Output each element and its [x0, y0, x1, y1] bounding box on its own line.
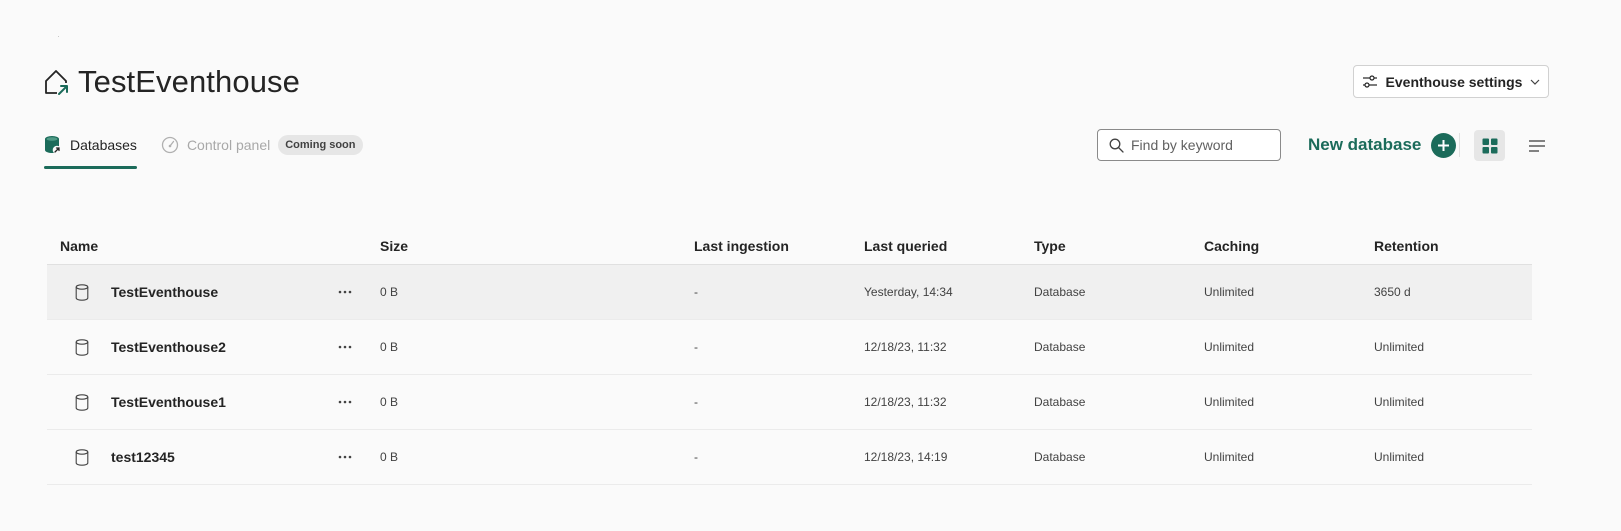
more-options-icon[interactable] — [335, 375, 355, 429]
type-cell: Database — [1034, 285, 1086, 299]
tab-control-panel[interactable]: Control panel Coming soon — [161, 130, 363, 160]
plus-icon — [1431, 132, 1457, 158]
decorative-dot — [58, 36, 59, 37]
caching-cell: Unlimited — [1204, 395, 1255, 409]
database-icon — [75, 430, 89, 484]
database-name-link[interactable]: TestEventhouse1 — [111, 375, 226, 429]
last-queried-cell: 12/18/23, 14:19 — [864, 450, 948, 464]
column-header-caching[interactable]: Caching — [1204, 227, 1259, 264]
column-header-last-queried[interactable]: Last queried — [864, 227, 947, 264]
database-name-link[interactable]: test12345 — [111, 430, 175, 484]
table-row[interactable]: TestEventhouse2 0 B - 12/18/23, 11:32 Da… — [47, 320, 1532, 375]
column-header-last-ingestion[interactable]: Last ingestion — [694, 227, 789, 264]
more-options-icon[interactable] — [335, 265, 355, 319]
eventhouse-settings-label: Eventhouse settings — [1385, 73, 1523, 90]
eventhouse-settings-button[interactable]: Eventhouse settings — [1353, 65, 1549, 98]
size-cell: 0 B — [380, 340, 399, 354]
size-cell: 0 B — [380, 285, 399, 299]
grid-view-icon — [1482, 138, 1497, 153]
size-cell: 0 B — [380, 450, 399, 464]
column-header-size[interactable]: Size — [380, 227, 408, 264]
database-icon — [75, 265, 89, 319]
databases-table: Name Size Last ingestion Last queried Ty… — [47, 227, 1532, 485]
caching-cell: Unlimited — [1204, 340, 1255, 354]
new-database-button[interactable]: New database — [1308, 131, 1457, 159]
search-input[interactable] — [1131, 137, 1271, 153]
tab-bar: Databases Control panel Coming soon — [44, 130, 363, 170]
retention-cell: Unlimited — [1374, 340, 1425, 354]
more-options-icon[interactable] — [335, 430, 355, 484]
last-ingestion-cell: - — [694, 450, 698, 464]
column-header-name[interactable]: Name — [60, 227, 98, 264]
last-ingestion-cell: - — [694, 285, 698, 299]
page-header: TestEventhouse — [44, 64, 300, 100]
database-icon — [75, 320, 89, 374]
coming-soon-badge: Coming soon — [278, 135, 363, 155]
toolbar-divider — [1459, 133, 1460, 157]
last-ingestion-cell: - — [694, 340, 698, 354]
database-name-link[interactable]: TestEventhouse2 — [111, 320, 226, 374]
last-queried-cell: 12/18/23, 11:32 — [864, 340, 947, 354]
size-cell: 0 B — [380, 395, 399, 409]
tab-databases-label: Databases — [70, 137, 137, 153]
search-box[interactable] — [1097, 129, 1281, 161]
table-row[interactable]: TestEventhouse1 0 B - 12/18/23, 11:32 Da… — [47, 375, 1532, 430]
table-header: Name Size Last ingestion Last queried Ty… — [47, 227, 1532, 265]
column-header-retention[interactable]: Retention — [1374, 227, 1439, 264]
page-title: TestEventhouse — [78, 64, 300, 99]
list-view-button[interactable] — [1521, 130, 1552, 161]
grid-view-button[interactable] — [1474, 130, 1505, 161]
table-row[interactable]: test12345 0 B - 12/18/23, 14:19 Database… — [47, 430, 1532, 485]
gauge-icon — [161, 136, 179, 154]
database-name-link[interactable]: TestEventhouse — [111, 265, 218, 319]
eventhouse-icon — [45, 70, 69, 95]
caching-cell: Unlimited — [1204, 450, 1255, 464]
search-icon — [1109, 138, 1124, 153]
list-view-icon — [1528, 139, 1545, 152]
caching-cell: Unlimited — [1204, 285, 1255, 299]
database-icon — [45, 136, 62, 155]
database-icon — [75, 375, 89, 429]
tab-control-panel-label: Control panel — [186, 137, 271, 153]
column-header-type[interactable]: Type — [1034, 227, 1066, 264]
last-ingestion-cell: - — [694, 395, 698, 409]
type-cell: Database — [1034, 395, 1086, 409]
retention-cell: Unlimited — [1374, 450, 1425, 464]
last-queried-cell: Yesterday, 14:34 — [864, 285, 953, 299]
retention-cell: 3650 d — [1374, 285, 1411, 299]
chevron-down-icon — [1531, 79, 1540, 85]
sliders-icon — [1362, 74, 1377, 88]
new-database-label: New database — [1308, 135, 1422, 154]
type-cell: Database — [1034, 340, 1086, 354]
type-cell: Database — [1034, 450, 1086, 464]
last-queried-cell: 12/18/23, 11:32 — [864, 395, 947, 409]
table-row[interactable]: TestEventhouse 0 B - Yesterday, 14:34 Da… — [47, 265, 1532, 320]
more-options-icon[interactable] — [335, 320, 355, 374]
retention-cell: Unlimited — [1374, 395, 1425, 409]
tab-databases[interactable]: Databases — [44, 130, 137, 169]
